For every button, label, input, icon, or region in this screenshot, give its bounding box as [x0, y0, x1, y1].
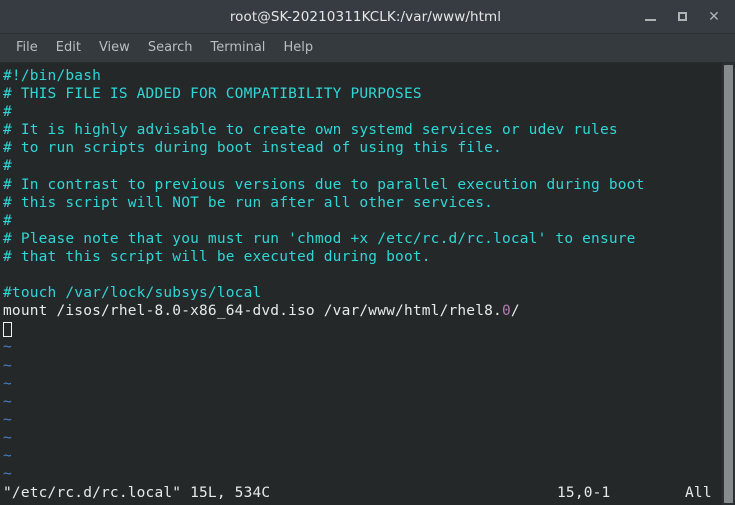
window-title: root@SK-20210311KCLK:/var/www/html: [229, 8, 502, 25]
status-file-info: "/etc/rc.d/rc.local" 15L, 534C: [3, 485, 271, 501]
menu-item-search[interactable]: Search: [139, 37, 202, 59]
buffer-line: #touch /var/lock/subsys/local: [3, 285, 262, 302]
buffer-line: #: [3, 158, 12, 175]
window-controls: ✕: [635, 0, 729, 33]
vim-buffer[interactable]: #!/bin/bash # THIS FILE IS ADDED FOR COM…: [0, 63, 722, 505]
buffer-line: # to run scripts during boot instead of …: [3, 140, 502, 157]
close-button[interactable]: ✕: [699, 4, 729, 30]
empty-line-marker: ~: [3, 357, 12, 374]
empty-line-marker: ~: [3, 375, 12, 392]
empty-line-marker: ~: [3, 411, 12, 428]
menu-item-file[interactable]: File: [7, 37, 47, 59]
text-cursor: [3, 322, 12, 338]
terminal-window: root@SK-20210311KCLK:/var/www/html ✕ Fil…: [0, 0, 735, 505]
status-cursor-position: 15,0-1: [557, 485, 611, 501]
minimize-icon: [644, 19, 656, 21]
menu-item-edit[interactable]: Edit: [47, 37, 90, 59]
buffer-line: #!/bin/bash: [3, 68, 102, 84]
menu-item-terminal[interactable]: Terminal: [201, 37, 274, 59]
empty-line-marker: ~: [3, 339, 12, 356]
menu-item-view[interactable]: View: [90, 37, 139, 59]
buffer-line: #: [3, 104, 12, 121]
terminal-viewport[interactable]: #!/bin/bash # THIS FILE IS ADDED FOR COM…: [0, 63, 735, 505]
menu-item-help[interactable]: Help: [274, 37, 322, 59]
mount-command-version-digit: 0: [501, 303, 511, 320]
status-scroll-position: All: [685, 485, 712, 501]
empty-line-marker: ~: [3, 393, 12, 410]
maximize-button[interactable]: [667, 4, 697, 30]
buffer-line: # THIS FILE IS ADDED FOR COMPATIBILITY P…: [3, 86, 422, 103]
maximize-icon: [677, 12, 687, 21]
vim-status-line: "/etc/rc.d/rc.local" 15L, 534C 15,0-1 Al…: [0, 481, 722, 505]
cursor-line: [3, 320, 722, 338]
menu-bar: File Edit View Search Terminal Help: [0, 34, 735, 63]
buffer-line: # It is highly advisable to create own s…: [3, 122, 618, 139]
buffer-line-blank: [3, 266, 722, 284]
empty-line-marker: ~: [3, 447, 12, 464]
buffer-line-mount: mount /isos/rhel-8.0-x86_64-dvd.iso /var…: [3, 302, 722, 320]
scrollbar-thumb[interactable]: [724, 65, 733, 503]
close-icon: ✕: [708, 8, 720, 25]
buffer-line: #: [3, 212, 12, 229]
empty-line-marker: ~: [3, 429, 12, 446]
buffer-line: # In contrast to previous versions due t…: [3, 176, 645, 193]
title-bar[interactable]: root@SK-20210311KCLK:/var/www/html ✕: [0, 0, 735, 34]
buffer-line: # that this script will be executed duri…: [3, 248, 431, 265]
buffer-line: # Please note that you must run 'chmod +…: [3, 230, 636, 247]
buffer-line: # this script will NOT be run after all …: [3, 194, 494, 211]
mount-command-prefix: mount /isos/rhel-8.0-x86_64-dvd.iso /var…: [3, 303, 502, 320]
minimize-button[interactable]: [635, 4, 665, 30]
terminal-scrollbar[interactable]: [722, 63, 735, 505]
mount-command-suffix: /: [510, 303, 520, 320]
